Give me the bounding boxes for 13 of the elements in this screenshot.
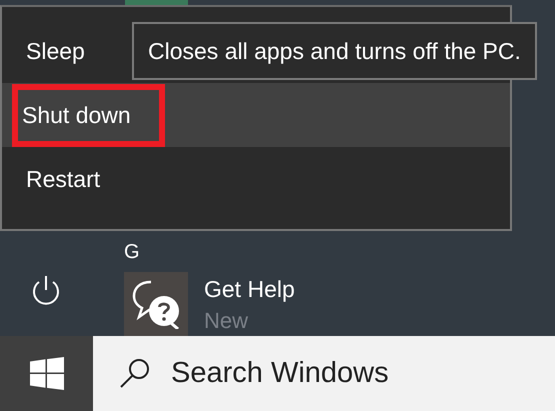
help-chat-icon: [131, 279, 181, 329]
search-field[interactable]: Search Windows: [93, 336, 555, 411]
windows-logo-icon: [30, 357, 64, 390]
new-label: New: [204, 308, 250, 334]
start-button[interactable]: [0, 336, 93, 411]
group-letter[interactable]: G: [124, 241, 140, 272]
power-option[interactable]: Sleep: [2, 19, 89, 83]
power-option[interactable]: Restart: [2, 147, 104, 211]
app-name: Get Help: [204, 276, 295, 303]
tooltip: Closes all apps and turns off the PC.: [132, 22, 537, 80]
power-option[interactable]: Shut down: [2, 83, 510, 147]
search-icon: [119, 357, 151, 389]
power-icon[interactable]: [31, 275, 61, 307]
